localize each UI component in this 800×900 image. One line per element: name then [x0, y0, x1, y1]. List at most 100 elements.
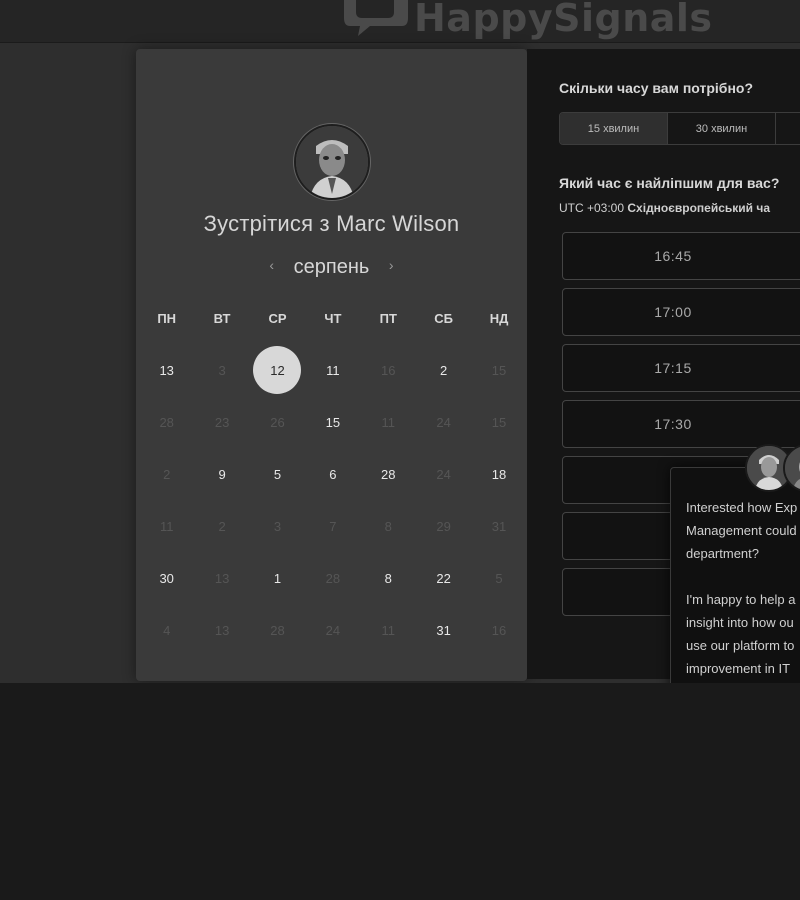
chevron-right-icon[interactable]: › [379, 257, 404, 273]
page-footer-area [0, 683, 800, 900]
calendar-day: 24 [416, 448, 471, 500]
calendar-day[interactable]: 30 [139, 552, 194, 604]
host-avatar [294, 124, 370, 200]
duration-question: Скільки часу вам потрібно? [559, 80, 754, 96]
calendar-day-number: 29 [436, 518, 451, 534]
brand-logo[interactable]: HappySignals [340, 0, 713, 38]
calendar-day-number: 16 [491, 622, 507, 638]
timezone-name: Східноєвропейський ча [627, 201, 771, 215]
calendar-day-number: 6 [329, 466, 337, 482]
calendar-day-number: 2 [163, 466, 171, 482]
calendar-day-number: 31 [491, 518, 507, 534]
calendar-day-number: 24 [436, 414, 451, 430]
calendar-day-number: 11 [159, 518, 174, 534]
calendar-day: 29 [416, 500, 471, 552]
calendar-day: 24 [305, 604, 360, 656]
calendar-day-number: 31 [436, 622, 451, 638]
calendar-day-number: 11 [381, 414, 396, 430]
timeslot-button[interactable]: 17:15 [562, 344, 800, 392]
timeslot-button[interactable]: 16:45 [562, 232, 800, 280]
calendar-day[interactable]: 1 [250, 552, 305, 604]
calendar-day-number: 2 [218, 518, 226, 534]
calendar-day-number: 11 [381, 622, 396, 638]
host-calendar-panel: Зустрітися з Marc Wilson ‹ серпень › ПН В… [136, 49, 527, 681]
calendar-day[interactable]: 6 [305, 448, 360, 500]
calendar-day-number: 22 [436, 570, 451, 586]
duration-option[interactable]: 15 хвилин [560, 113, 668, 144]
calendar-day: 28 [250, 604, 305, 656]
weekday-header: ПН ВТ СР ЧТ ПТ СБ НД [139, 311, 527, 326]
calendar-day: 11 [361, 604, 416, 656]
timeslot-label: 17:00 [654, 304, 692, 320]
calendar-day: 28 [305, 552, 360, 604]
calendar-day[interactable]: 18 [471, 448, 526, 500]
calendar-day-number: 8 [384, 570, 392, 586]
calendar-day: 31 [471, 500, 526, 552]
logo-icon [344, 0, 408, 36]
calendar-day: 3 [250, 500, 305, 552]
calendar-day-number: 28 [270, 622, 285, 638]
calendar-day-number: 5 [495, 570, 503, 586]
calendar-day: 8 [361, 500, 416, 552]
weekday-label: СБ [434, 311, 454, 326]
chat-popup[interactable]: Interested how Exp Management could depa… [670, 467, 800, 719]
weekday-label: ЧТ [324, 311, 342, 326]
calendar-day[interactable]: 2 [416, 344, 471, 396]
calendar-day[interactable]: 5 [250, 448, 305, 500]
calendar-day: 11 [361, 396, 416, 448]
duration-option-more[interactable] [776, 113, 800, 144]
calendar-day-number: 4 [163, 622, 171, 638]
calendar-day: 3 [194, 344, 249, 396]
month-navigation: ‹ серпень › [136, 256, 527, 279]
calendar-day-number: 15 [325, 414, 341, 430]
weekday-label: ПН [157, 311, 177, 326]
duration-option[interactable]: 30 хвилин [668, 113, 776, 144]
calendar-day[interactable]: 9 [194, 448, 249, 500]
person-portrait-icon [296, 126, 368, 198]
calendar-day-number: 24 [325, 622, 341, 638]
calendar-day-number: 26 [270, 414, 285, 430]
chevron-left-icon[interactable]: ‹ [259, 257, 284, 273]
calendar-day-selected[interactable]: 12 [250, 344, 305, 396]
calendar-day-number: 13 [214, 622, 230, 638]
calendar-day-number: 15 [491, 414, 507, 430]
calendar-day-number: 7 [329, 518, 337, 534]
timeslot-button[interactable]: 17:00 [562, 288, 800, 336]
calendar-day[interactable]: 22 [416, 552, 471, 604]
weekday-label: НД [489, 311, 509, 326]
calendar-day-number: 3 [218, 362, 226, 378]
calendar-day[interactable]: 28 [361, 448, 416, 500]
timeslot-button[interactable]: 17:30 [562, 400, 800, 448]
calendar-day[interactable]: 13 [139, 344, 194, 396]
calendar-day[interactable]: 15 [305, 396, 360, 448]
calendar-day: 13 [194, 604, 249, 656]
calendar-day[interactable]: 11 [305, 344, 360, 396]
calendar-day-number: 3 [273, 518, 282, 534]
timeslot-label: 17:30 [654, 416, 692, 432]
chat-message: Interested how Exp Management could depa… [686, 500, 798, 699]
calendar-day: 24 [416, 396, 471, 448]
calendar-day-number: 23 [214, 414, 230, 430]
timeslot-label: 16:45 [654, 248, 692, 264]
calendar-day: 28 [139, 396, 194, 448]
calendar-day: 26 [250, 396, 305, 448]
calendar-day: 11 [139, 500, 194, 552]
calendar-day-number: 18 [491, 466, 507, 482]
calendar-day-number: 2 [440, 362, 448, 378]
timeslot-label: 17:15 [654, 360, 692, 376]
timezone-label: UTC +03:00 Східноєвропейський ча [559, 201, 770, 215]
calendar-day[interactable]: 31 [416, 604, 471, 656]
calendar-day-number: 13 [214, 570, 230, 586]
calendar-day-number: 5 [273, 466, 282, 482]
top-header: HappySignals [0, 0, 800, 43]
weekday-label: ПТ [379, 311, 397, 326]
timezone-offset: UTC +03:00 [559, 201, 625, 215]
time-question: Який час є найліпшим для вас? [559, 175, 780, 191]
calendar-day-number: 9 [218, 466, 226, 482]
calendar-day: 16 [471, 604, 526, 656]
calendar-day-number: 16 [381, 362, 396, 378]
calendar-day[interactable]: 8 [361, 552, 416, 604]
calendar-day-number: 8 [384, 518, 392, 534]
calendar-day-number: 13 [159, 362, 174, 378]
calendar-day-number: 28 [159, 414, 174, 430]
